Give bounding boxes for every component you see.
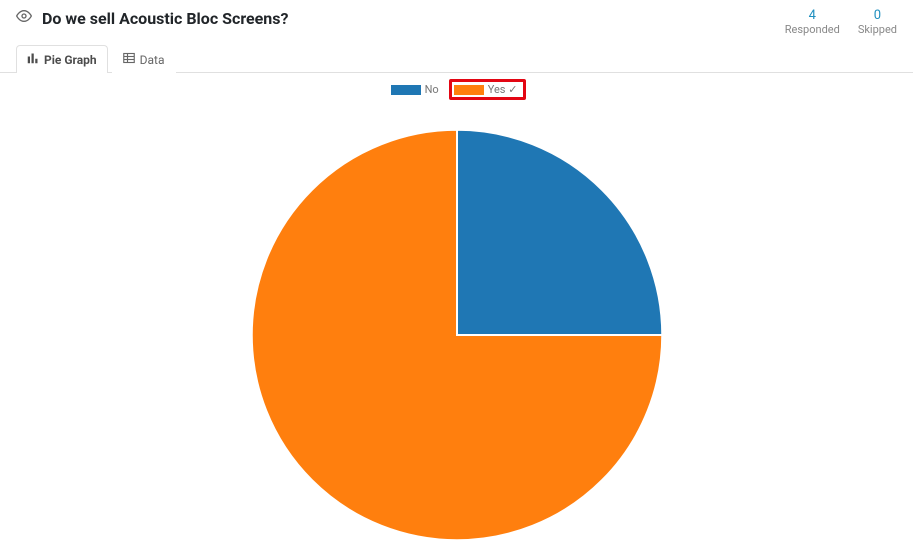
tab-pie-label: Pie Graph — [44, 53, 97, 67]
legend-swatch-no — [391, 85, 421, 95]
skipped-label: Skipped — [858, 23, 897, 36]
tab-bar: Pie Graph Data — [0, 40, 913, 73]
question-title: Do we sell Acoustic Bloc Screens? — [42, 9, 288, 28]
table-icon — [123, 52, 135, 67]
eye-icon — [16, 8, 32, 28]
pie-slice-no[interactable] — [457, 130, 662, 335]
legend-no-label: No — [425, 83, 439, 96]
pie-chart — [242, 120, 672, 550]
skipped-stat: 0 Skipped — [858, 8, 897, 36]
legend-item-no[interactable]: No — [387, 81, 443, 98]
legend-swatch-yes — [454, 85, 484, 95]
legend-item-yes-highlighted[interactable]: Yes ✓ — [449, 79, 527, 100]
responded-stat: 4 Responded — [785, 8, 840, 36]
tab-pie-graph[interactable]: Pie Graph — [16, 45, 108, 73]
title-block: Do we sell Acoustic Bloc Screens? — [16, 8, 288, 28]
tab-data-label: Data — [140, 53, 165, 67]
skipped-count: 0 — [858, 8, 897, 23]
responded-count: 4 — [785, 8, 840, 23]
chart-area: No Yes ✓ — [0, 73, 913, 525]
legend-yes-label: Yes ✓ — [488, 83, 518, 96]
survey-stats: 4 Responded 0 Skipped — [785, 8, 897, 36]
chart-legend: No Yes ✓ — [0, 73, 913, 100]
bar-chart-icon — [27, 52, 39, 67]
responded-label: Responded — [785, 23, 840, 36]
tab-data[interactable]: Data — [112, 45, 176, 73]
header: Do we sell Acoustic Bloc Screens? 4 Resp… — [0, 0, 913, 40]
